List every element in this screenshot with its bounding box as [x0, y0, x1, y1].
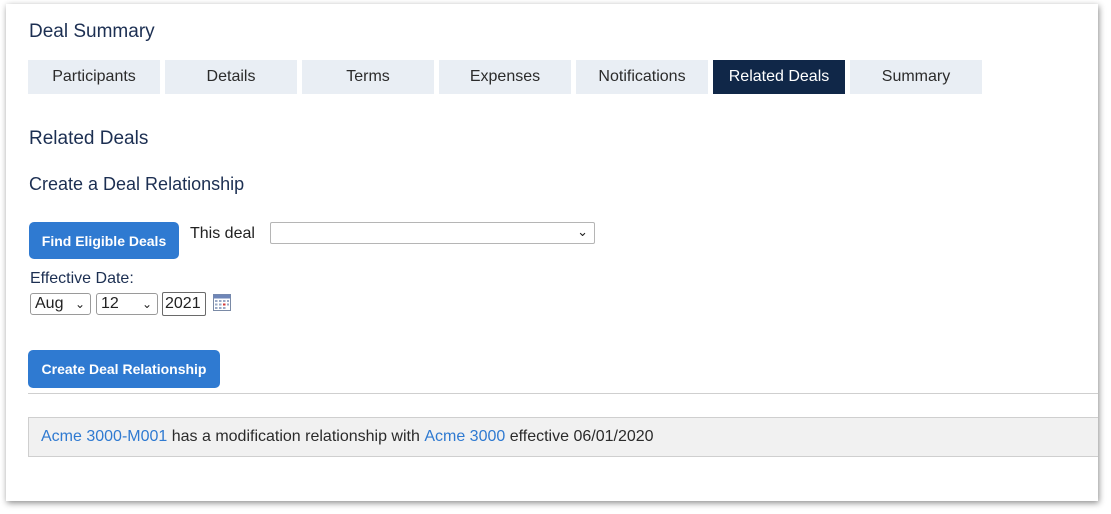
relationship-text: has a modification relationship with [167, 428, 425, 445]
effective-date-label: Effective Date: [30, 270, 134, 287]
year-input[interactable]: 2021 [162, 292, 206, 316]
chevron-down-icon: ⌄ [74, 297, 85, 311]
tab-expenses[interactable]: Expenses [439, 60, 571, 94]
relationship-effective-text: effective 06/01/2020 [505, 428, 654, 445]
day-value: 12 [101, 295, 119, 312]
related-deal-link[interactable]: Acme 3000 [424, 428, 505, 446]
relationship-row: Acme 3000-M001 has a modification relati… [28, 417, 1098, 457]
section-subtitle: Create a Deal Relationship [29, 174, 245, 194]
month-value: Aug [35, 295, 64, 312]
create-deal-relationship-button[interactable]: Create Deal Relationship [28, 350, 220, 388]
tab-summary[interactable]: Summary [850, 60, 982, 94]
deal-summary-panel: Deal Summary Participants Details Terms … [6, 4, 1098, 501]
tab-bar: Participants Details Terms Expenses Noti… [28, 60, 982, 94]
tab-details[interactable]: Details [165, 60, 297, 94]
deal-link[interactable]: Acme 3000-M001 [41, 428, 167, 446]
calendar-icon[interactable] [213, 294, 231, 311]
divider [28, 393, 1098, 394]
find-eligible-deals-button[interactable]: Find Eligible Deals [29, 222, 179, 259]
tab-terms[interactable]: Terms [302, 60, 434, 94]
tab-participants[interactable]: Participants [28, 60, 160, 94]
tab-notifications[interactable]: Notifications [576, 60, 708, 94]
day-select[interactable]: 12 ⌄ [96, 293, 158, 315]
chevron-down-icon: ⌄ [141, 297, 152, 311]
this-deal-select[interactable]: ⌄ [270, 222, 595, 244]
month-select[interactable]: Aug ⌄ [30, 293, 91, 315]
this-deal-label: This deal [190, 225, 255, 242]
chevron-down-icon: ⌄ [577, 224, 588, 239]
page-title: Deal Summary [29, 21, 155, 42]
tab-related-deals[interactable]: Related Deals [713, 60, 845, 94]
section-title: Related Deals [29, 128, 149, 149]
